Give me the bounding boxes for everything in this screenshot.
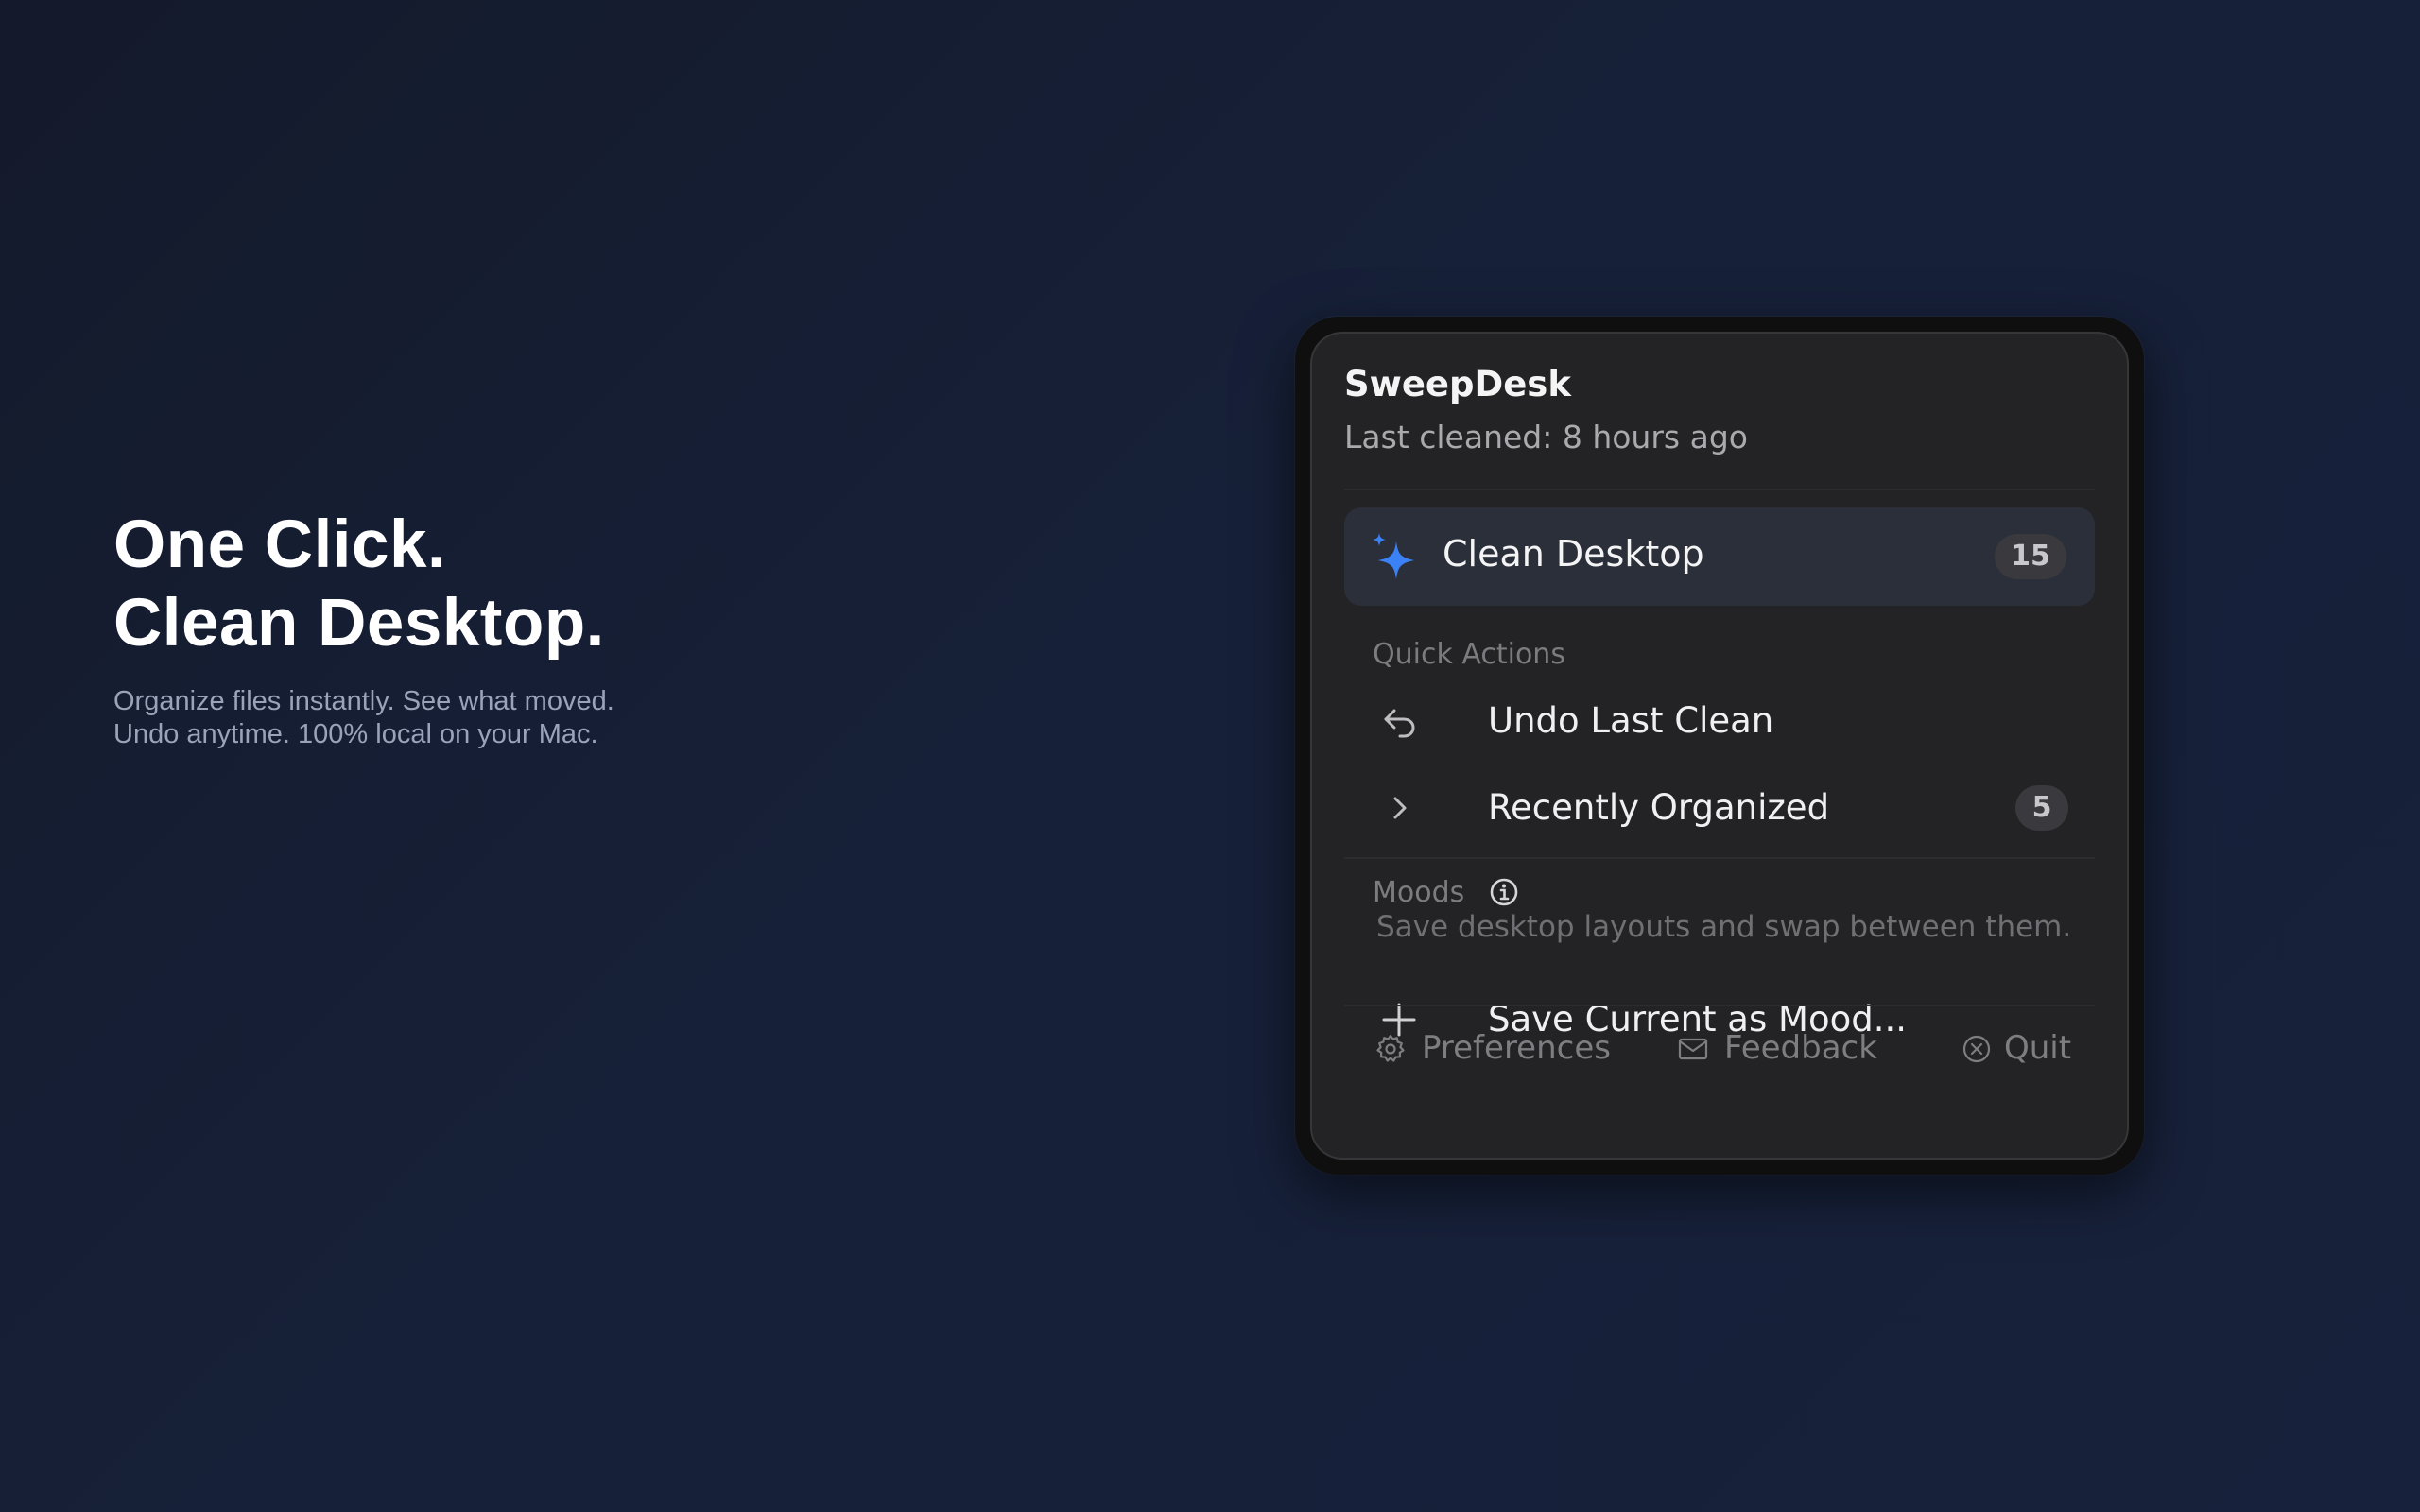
hero-subtitle: Organize files instantly. See what moved…: [113, 685, 964, 751]
feedback-label: Feedback: [1724, 1029, 1877, 1067]
sparkle-icon: [1373, 533, 1414, 579]
quick-actions-heading: Quick Actions: [1373, 638, 1565, 671]
info-icon[interactable]: [1488, 876, 1520, 908]
recently-organized-badge: 5: [2015, 785, 2068, 831]
app-title: SweepDesk: [1344, 364, 1571, 404]
clean-desktop-label: Clean Desktop: [1443, 533, 1704, 575]
moods-heading: Moods: [1373, 876, 1465, 909]
popover-panel: SweepDesk Last cleaned: 8 hours ago Clea…: [1310, 332, 2129, 1160]
moods-help-text: Save desktop layouts and swap between th…: [1376, 910, 2072, 944]
clean-desktop-button[interactable]: Clean Desktop 15: [1344, 507, 2095, 606]
quick-actions-divider: [1344, 857, 2095, 859]
quit-label: Quit: [2004, 1029, 2072, 1067]
gear-icon: [1376, 1034, 1405, 1062]
undo-arrow-icon: [1384, 709, 1415, 738]
hero-subtitle-line-1: Organize files instantly. See what moved…: [113, 686, 614, 716]
hero-subtitle-line-2: Undo anytime. 100% local on your Mac.: [113, 719, 598, 749]
header-divider: [1344, 489, 2095, 490]
preferences-label: Preferences: [1422, 1029, 1611, 1067]
last-cleaned-status: Last cleaned: 8 hours ago: [1344, 419, 1748, 455]
undo-last-clean-label: Undo Last Clean: [1488, 700, 1774, 741]
recently-organized-label: Recently Organized: [1488, 787, 1830, 828]
close-circle-icon: [1962, 1035, 1991, 1063]
chevron-right-icon: [1393, 797, 1407, 819]
hero-title-line-2: Clean Desktop.: [113, 586, 605, 661]
undo-last-clean-item[interactable]: Undo Last Clean: [1344, 683, 2095, 759]
recently-organized-item[interactable]: Recently Organized 5: [1344, 770, 2095, 846]
hero-section: One Click. Clean Desktop. Organize files…: [113, 506, 964, 751]
menu-bar-popover: SweepDesk Last cleaned: 8 hours ago Clea…: [1295, 317, 2144, 1175]
footer-divider: [1344, 1005, 2095, 1006]
file-count-badge: 15: [1995, 534, 2066, 579]
envelope-icon: [1678, 1038, 1708, 1060]
hero-title-line-1: One Click.: [113, 507, 447, 582]
